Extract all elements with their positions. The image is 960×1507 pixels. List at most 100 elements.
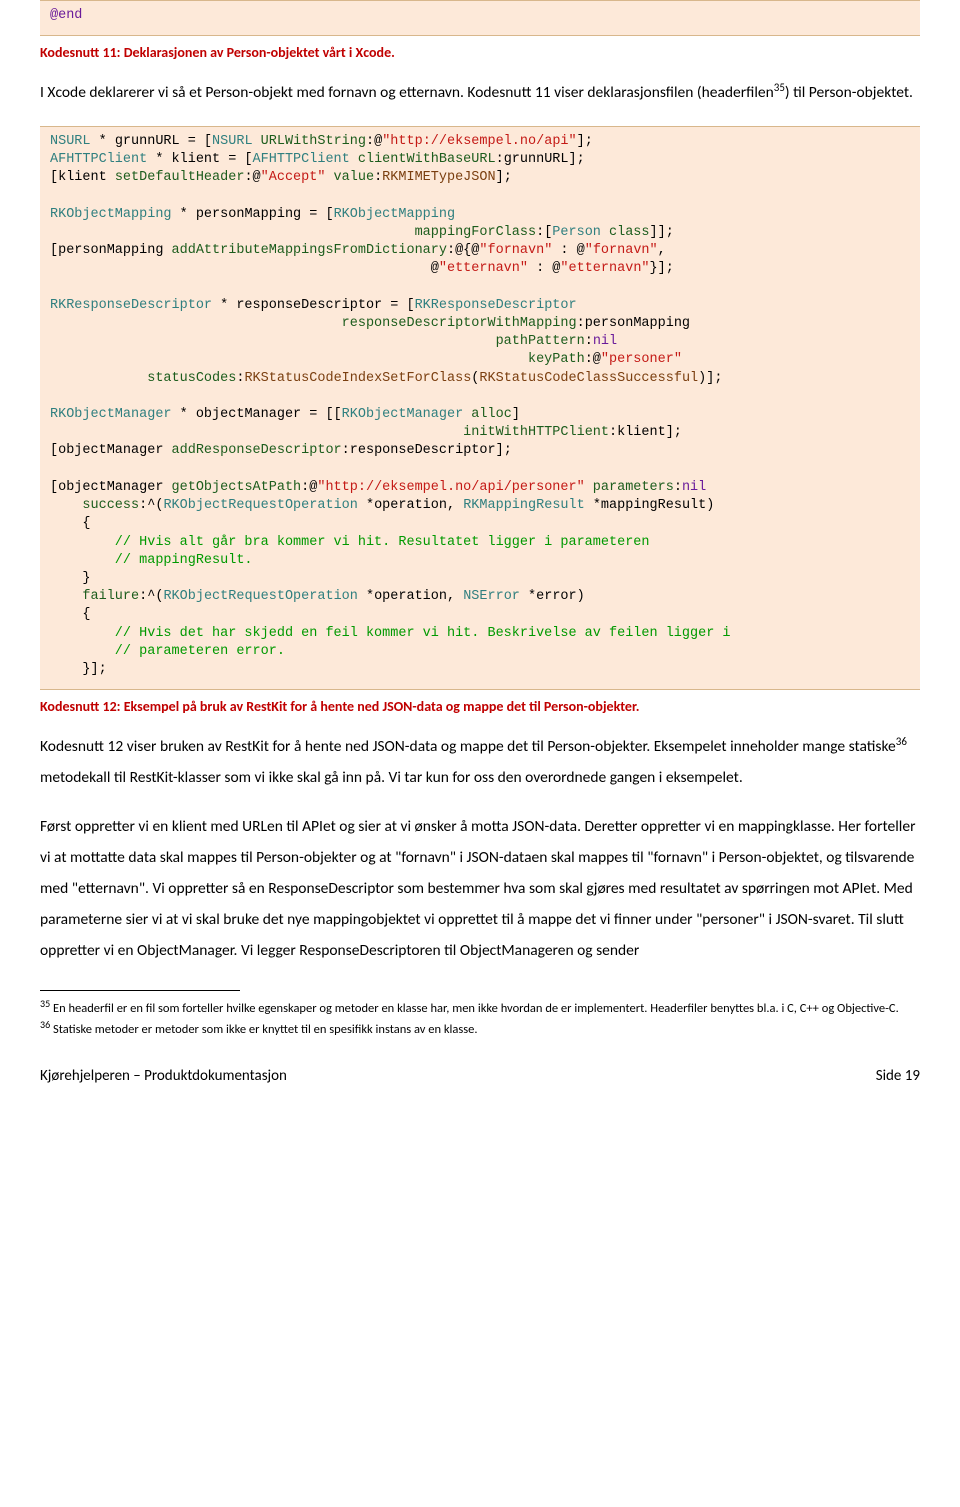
code-token: :klient]; [609, 425, 682, 440]
code-token: [klient [50, 170, 115, 185]
code-token: AFHTTPClient [50, 152, 147, 167]
paragraph-1-text: I Xcode deklarerer vi så et Person-objek… [40, 83, 774, 102]
code-token: success [82, 498, 139, 513]
code-token: RKObjectMapping [50, 207, 172, 222]
code-token: :[ [536, 225, 552, 240]
code-token: NSURL [50, 134, 91, 149]
code-token: responseDescriptorWithMapping [342, 316, 577, 331]
code-token: : @ [552, 243, 584, 258]
code-token: "etternavn" [560, 261, 649, 276]
code-token [50, 425, 463, 440]
code-token: RKResponseDescriptor [50, 298, 212, 313]
code-token: getObjectsAtPath [172, 480, 302, 495]
code-token: nil [682, 480, 706, 495]
footnote-separator [40, 990, 240, 991]
code-token: }]; [50, 662, 107, 677]
code-token: keyPath [528, 352, 585, 367]
footnote-36: 36 Statiske metoder er metoder som ikke … [40, 1018, 920, 1039]
code-token: { [50, 607, 91, 622]
paragraph-2a: Kodesnutt 12 viser bruken av RestKit for… [40, 737, 896, 756]
code-token: :@ [585, 352, 601, 367]
code-token: mappingForClass [415, 225, 537, 240]
code-token [50, 371, 147, 386]
code-token: "http://eksempel.no/api/personer" [317, 480, 584, 495]
footnote-ref-36: 36 [896, 735, 907, 748]
code-token: failure [82, 589, 139, 604]
code-token: * responseDescriptor = [ [212, 298, 415, 313]
code-token: : [674, 480, 682, 495]
code-token: "fornavn" [479, 243, 552, 258]
paragraph-3: Først oppretter vi en klient med URLen t… [40, 811, 920, 966]
code-token: ]]; [650, 225, 674, 240]
code-token: statusCodes [147, 371, 236, 386]
code-token: parameters [585, 480, 674, 495]
code-token: RKObjectManager [50, 407, 172, 422]
code-token: setDefaultHeader [115, 170, 245, 185]
code-token: RKMIMETypeJSON [382, 170, 495, 185]
code-token: * objectManager = [[ [172, 407, 342, 422]
code-token: : [374, 170, 382, 185]
code-token: addAttributeMappingsFromDictionary [172, 243, 447, 258]
code-token: RKStatusCodeIndexSetForClass [244, 371, 471, 386]
caption-12: Kodesnutt 12: Eksempel på bruk av RestKi… [40, 696, 920, 718]
code-token: * grunnURL = [ [91, 134, 213, 149]
code-token: [objectManager [50, 480, 172, 495]
code-token: initWithHTTPClient [463, 425, 609, 440]
code-token [50, 589, 82, 604]
paragraph-2b: metodekall til RestKit-klasser som vi ik… [40, 768, 743, 787]
code-block-end: @end [40, 0, 920, 36]
code-block-main: NSURL * grunnURL = [NSURL URLWithString:… [40, 126, 920, 691]
code-keyword: @end [50, 8, 82, 23]
code-comment: // mappingResult. [50, 553, 253, 568]
code-token [50, 316, 342, 331]
code-token: : [585, 334, 593, 349]
code-token: @ [50, 261, 439, 276]
code-token: )]; [698, 371, 722, 386]
footer-pagenum: Side 19 [876, 1064, 920, 1088]
code-token: "etternavn" [439, 261, 528, 276]
code-token: ] [512, 407, 520, 422]
code-token: : @ [528, 261, 560, 276]
paragraph-2: Kodesnutt 12 viser bruken av RestKit for… [40, 731, 920, 793]
code-token: pathPattern [496, 334, 585, 349]
code-token: *operation, [358, 589, 463, 604]
code-token: RKMappingResult [463, 498, 585, 513]
code-token: class [601, 225, 650, 240]
code-comment: // Hvis det har skjedd en feil kommer vi… [50, 626, 731, 641]
footer-title: Kjørehjelperen – Produktdokumentasjon [40, 1064, 287, 1088]
footnote-num-36: 36 [40, 1018, 50, 1031]
code-token: :grunnURL]; [496, 152, 585, 167]
code-token: :@{@ [447, 243, 479, 258]
code-token [50, 498, 82, 513]
code-token: alloc [463, 407, 512, 422]
code-token: RKObjectRequestOperation [163, 589, 357, 604]
page-footer: Kjørehjelperen – Produktdokumentasjon Si… [40, 1064, 920, 1088]
paragraph-1-tail: ) til Person-objektet. [785, 83, 913, 102]
code-token: , [658, 243, 666, 258]
footnote-36-text: Statiske metoder er metoder som ikke er … [50, 1022, 477, 1037]
code-token: *error) [520, 589, 585, 604]
code-token: RKObjectRequestOperation [163, 498, 357, 513]
code-token: :responseDescriptor]; [342, 443, 512, 458]
code-token: "Accept" [261, 170, 326, 185]
code-token: "http://eksempel.no/api" [382, 134, 576, 149]
paragraph-1: I Xcode deklarerer vi så et Person-objek… [40, 77, 920, 108]
code-token: *operation, [358, 498, 463, 513]
code-token: :@ [244, 170, 260, 185]
code-token: NSError [463, 589, 520, 604]
code-token: :personMapping [577, 316, 690, 331]
code-token: :^( [139, 498, 163, 513]
code-token: ]; [577, 134, 593, 149]
code-token: ]; [496, 170, 512, 185]
code-token: Person [552, 225, 601, 240]
footnote-35: 35 En headerfil er en fil som forteller … [40, 997, 920, 1018]
code-token: nil [593, 334, 617, 349]
code-token [50, 225, 415, 240]
code-token: }]; [650, 261, 674, 276]
code-token: value [325, 170, 374, 185]
code-token: "personer" [601, 352, 682, 367]
code-token: clientWithBaseURL [350, 152, 496, 167]
code-token: RKStatusCodeClassSuccessful [479, 371, 698, 386]
code-token: :@ [366, 134, 382, 149]
code-token: :@ [301, 480, 317, 495]
